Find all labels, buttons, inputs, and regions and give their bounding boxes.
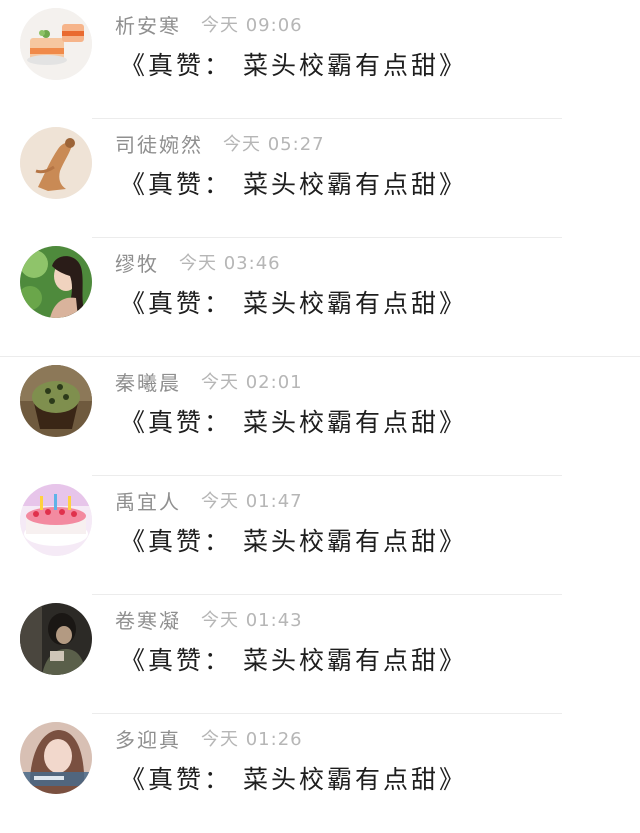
timestamp: 今天 01:47 [201, 491, 303, 512]
comment-feed: 析安寒 今天 09:06 《真赞： 菜头校霸有点甜》 司徒婉然 今天 05:27… [0, 0, 640, 812]
avatar-portrait-icon [20, 246, 92, 318]
user-name[interactable]: 禹宜人 [115, 486, 181, 515]
timestamp: 今天 09:06 [201, 15, 303, 36]
comment-text: 《真赞： 菜头校霸有点甜》 [120, 51, 467, 80]
user-name[interactable]: 卷寒凝 [115, 605, 181, 634]
timestamp: 今天 01:26 [201, 729, 303, 750]
timestamp: 今天 01:43 [201, 610, 303, 631]
timestamp: 今天 02:01 [201, 372, 303, 393]
avatar[interactable] [20, 484, 92, 556]
avatar-cupcake-icon [20, 365, 92, 437]
list-item[interactable]: 禹宜人 今天 01:47 《真赞： 菜头校霸有点甜》 [0, 476, 640, 595]
comment-text: 《真赞： 菜头校霸有点甜》 [120, 527, 467, 556]
avatar[interactable] [20, 722, 92, 794]
list-item[interactable]: 卷寒凝 今天 01:43 《真赞： 菜头校霸有点甜》 [0, 595, 640, 714]
list-item[interactable]: 司徒婉然 今天 05:27 《真赞： 菜头校霸有点甜》 [0, 119, 640, 238]
user-name[interactable]: 秦曦晨 [115, 367, 181, 396]
user-name[interactable]: 司徒婉然 [115, 129, 203, 158]
comment-text: 《真赞： 菜头校霸有点甜》 [120, 170, 467, 199]
list-item[interactable]: 秦曦晨 今天 02:01 《真赞： 菜头校霸有点甜》 [0, 357, 640, 476]
avatar-girl-icon [20, 722, 92, 794]
comment-text: 《真赞： 菜头校霸有点甜》 [120, 408, 467, 437]
comment-text: 《真赞： 菜头校霸有点甜》 [120, 289, 467, 318]
user-name[interactable]: 缪牧 [115, 248, 159, 277]
avatar-figure-icon [20, 127, 92, 199]
avatar[interactable] [20, 8, 92, 80]
list-item[interactable]: 析安寒 今天 09:06 《真赞： 菜头校霸有点甜》 [0, 0, 640, 119]
avatar-birthday-cake-icon [20, 484, 92, 556]
avatar-dark-photo-icon [20, 603, 92, 675]
user-name[interactable]: 析安寒 [115, 10, 181, 39]
list-item[interactable]: 缪牧 今天 03:46 《真赞： 菜头校霸有点甜》 [0, 238, 640, 357]
comment-text: 《真赞： 菜头校霸有点甜》 [120, 646, 467, 675]
list-item[interactable]: 多迎真 今天 01:26 《真赞： 菜头校霸有点甜》 [0, 714, 640, 833]
avatar-cake-slice-icon [20, 8, 92, 80]
avatar[interactable] [20, 246, 92, 318]
user-name[interactable]: 多迎真 [115, 724, 181, 753]
comment-text: 《真赞： 菜头校霸有点甜》 [120, 765, 467, 794]
avatar[interactable] [20, 603, 92, 675]
timestamp: 今天 03:46 [179, 253, 281, 274]
avatar[interactable] [20, 365, 92, 437]
timestamp: 今天 05:27 [223, 134, 325, 155]
avatar[interactable] [20, 127, 92, 199]
